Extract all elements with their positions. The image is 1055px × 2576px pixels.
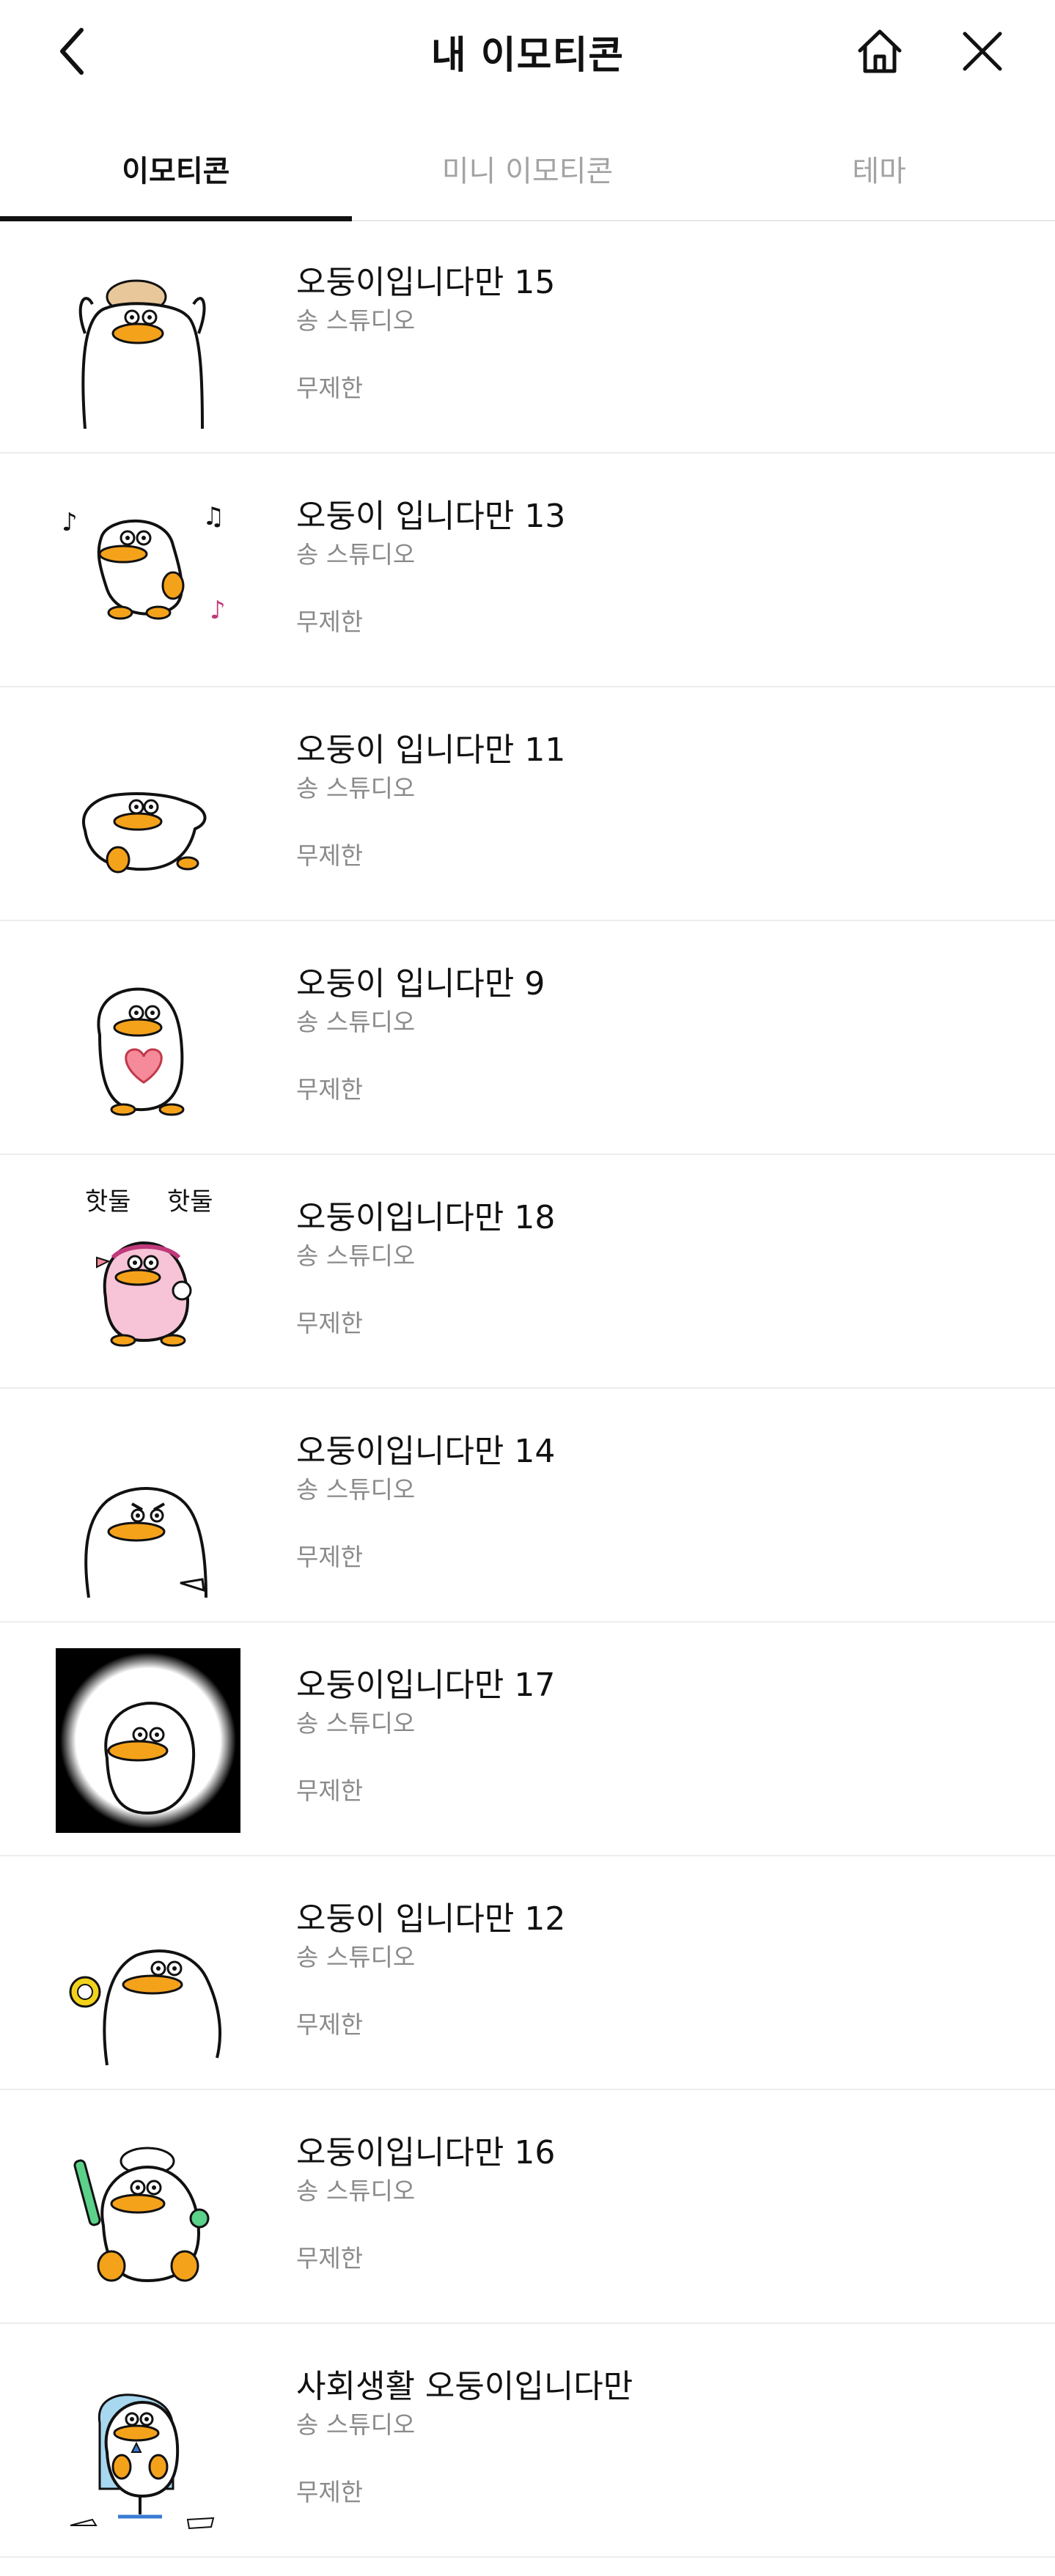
emoticon-maker: 송 스튜디오 — [296, 1008, 416, 1036]
emoticon-list-item[interactable]: 오둥이 입니다만 11 송 스튜디오 무제한 — [0, 687, 1055, 921]
svg-text:♪: ♪ — [210, 596, 226, 625]
emoticon-thumbnail — [56, 1648, 240, 1833]
back-button[interactable] — [47, 22, 98, 81]
emoticon-title: 오둥이 입니다만 12 — [296, 1900, 566, 1938]
emoticon-maker: 송 스튜디오 — [296, 306, 416, 335]
emoticon-list-item[interactable]: 오둥이입니다만 15 송 스튜디오 무제한 — [0, 220, 1055, 454]
emoticon-maker: 송 스튜디오 — [296, 1475, 416, 1504]
emoticon-info: 오둥이입니다만 17 송 스튜디오 무제한 — [296, 1665, 1026, 1807]
svg-text:♪: ♪ — [62, 508, 78, 537]
emoticon-maker: 송 스튜디오 — [296, 1943, 416, 1971]
emoticon-list-item[interactable]: 핫둘 핫둘 오둥이입니다만 18 송 스튜디오 무제한 — [0, 1155, 1055, 1389]
duck-cleaning-icon — [73, 2147, 210, 2283]
emoticon-maker: 송 스튜디오 — [296, 2410, 416, 2439]
emoticon-thumbnail — [56, 1882, 240, 2067]
close-button[interactable] — [953, 22, 1012, 81]
chevron-left-icon — [60, 28, 84, 75]
emoticon-thumbnail — [56, 246, 240, 430]
emoticon-title: 오둥이입니다만 16 — [296, 2134, 556, 2171]
emoticon-period: 무제한 — [296, 1075, 364, 1104]
emoticon-list-item[interactable]: 오둥이입니다만 16 송 스튜디오 무제한 — [0, 2090, 1055, 2324]
svg-text:♫: ♫ — [202, 502, 224, 531]
emoticon-info: 오둥이입니다만 15 송 스튜디오 무제한 — [296, 262, 1026, 405]
thumb-text-left: 핫둘 — [85, 1187, 131, 1217]
emoticon-thumbnail: ♪ ♫ ♪ — [56, 479, 240, 664]
duck-spotlight-icon — [56, 1648, 240, 1833]
emoticon-info: 오둥이입니다만 18 송 스튜디오 무제한 — [296, 1197, 1026, 1340]
emoticon-thumbnail — [56, 1414, 240, 1599]
emoticon-info: 오둥이 입니다만 11 송 스튜디오 무제한 — [296, 730, 1026, 872]
emoticon-list: 오둥이입니다만 15 송 스튜디오 무제한 ♪ ♫ ♪ 오둥이 입니다만 13 — [0, 220, 1055, 2558]
emoticon-info: 오둥이입니다만 16 송 스튜디오 무제한 — [296, 2133, 1026, 2275]
emoticon-info: 오둥이 입니다만 12 송 스튜디오 무제한 — [296, 1899, 1026, 2041]
emoticon-thumbnail — [56, 2350, 240, 2534]
tab-theme[interactable]: 테마 — [703, 117, 1055, 220]
tab-mini-emoticon[interactable]: 미니 이모티콘 — [352, 117, 704, 220]
emoticon-list-item[interactable]: 오둥이입니다만 17 송 스튜디오 무제한 — [0, 1623, 1055, 1856]
emoticon-info: 사회생활 오둥이입니다만 송 스튜디오 무제한 — [296, 2366, 1026, 2509]
duck-dancing-music-icon: ♪ ♫ ♪ — [62, 502, 226, 625]
duck-heart-icon — [97, 987, 185, 1116]
emoticon-list-item[interactable]: ♪ ♫ ♪ 오둥이 입니다만 13 송 스튜디오 무제한 — [0, 454, 1055, 687]
emoticon-info: 오둥이 입니다만 9 송 스튜디오 무제한 — [296, 964, 1026, 1106]
emoticon-thumbnail — [56, 713, 240, 898]
emoticon-title: 오둥이 입니다만 13 — [296, 498, 566, 535]
emoticon-title: 오둥이입니다만 14 — [296, 1433, 556, 1470]
emoticon-info: 오둥이입니다만 14 송 스튜디오 무제한 — [296, 1431, 1026, 1573]
emoticon-maker: 송 스튜디오 — [296, 1241, 416, 1270]
emoticon-period: 무제한 — [296, 608, 364, 636]
emoticon-period: 무제한 — [296, 2010, 364, 2039]
duck-lying-icon — [82, 792, 207, 874]
emoticon-thumbnail: 핫둘 핫둘 — [56, 1181, 240, 1365]
emoticon-title: 오둥이입니다만 17 — [296, 1667, 556, 1704]
emoticon-maker: 송 스튜디오 — [296, 1709, 416, 1738]
emoticon-list-item[interactable]: 오둥이 입니다만 9 송 스튜디오 무제한 — [0, 921, 1055, 1155]
duck-exercise-icon: 핫둘 핫둘 — [85, 1187, 213, 1347]
home-button[interactable] — [850, 22, 909, 81]
tab-emoticon[interactable]: 이모티콘 — [0, 117, 352, 221]
home-icon — [858, 29, 902, 73]
emoticon-title: 오둥이입니다만 15 — [296, 264, 556, 301]
emoticon-maker: 송 스튜디오 — [296, 540, 416, 569]
thumb-text-right: 핫둘 — [167, 1187, 213, 1217]
emoticon-period: 무제한 — [296, 1543, 364, 1571]
duck-angry-icon — [84, 1487, 207, 1598]
emoticon-period: 무제한 — [296, 841, 364, 870]
emoticon-info: 오둥이 입니다만 13 송 스튜디오 무제한 — [296, 496, 1026, 638]
emoticon-period: 무제한 — [296, 1309, 364, 1337]
emoticon-maker: 송 스튜디오 — [296, 2177, 416, 2205]
emoticon-list-item[interactable]: 오둥이입니다만 14 송 스튜디오 무제한 — [0, 1389, 1055, 1623]
emoticon-list-item[interactable]: 오둥이 입니다만 12 송 스튜디오 무제한 — [0, 1856, 1055, 2090]
emoticon-list-item[interactable]: 사회생활 오둥이입니다만 송 스튜디오 무제한 — [0, 2324, 1055, 2558]
duck-office-chair-icon — [70, 2394, 215, 2530]
emoticon-title: 오둥이 입니다만 11 — [296, 731, 566, 769]
emoticon-title: 오둥이입니다만 18 — [296, 1199, 556, 1236]
category-tabs: 이모티콘 미니 이모티콘 테마 — [0, 117, 1055, 221]
top-app-bar: 내 이모티콘 — [0, 0, 1055, 103]
emoticon-thumbnail — [56, 947, 240, 1132]
emoticon-period: 무제한 — [296, 1776, 364, 1805]
emoticon-thumbnail — [56, 2116, 240, 2300]
duck-tambourine-icon — [69, 1949, 222, 2066]
emoticon-period: 무제한 — [296, 2478, 364, 2506]
emoticon-title: 오둥이 입니다만 9 — [296, 965, 545, 1003]
emoticon-period: 무제한 — [296, 2244, 364, 2273]
duck-raising-arms-icon — [78, 279, 206, 429]
close-icon — [963, 32, 1002, 71]
emoticon-title: 사회생활 오둥이입니다만 — [296, 2368, 633, 2405]
emoticon-maker: 송 스튜디오 — [296, 774, 416, 802]
emoticon-period: 무제한 — [296, 374, 364, 402]
